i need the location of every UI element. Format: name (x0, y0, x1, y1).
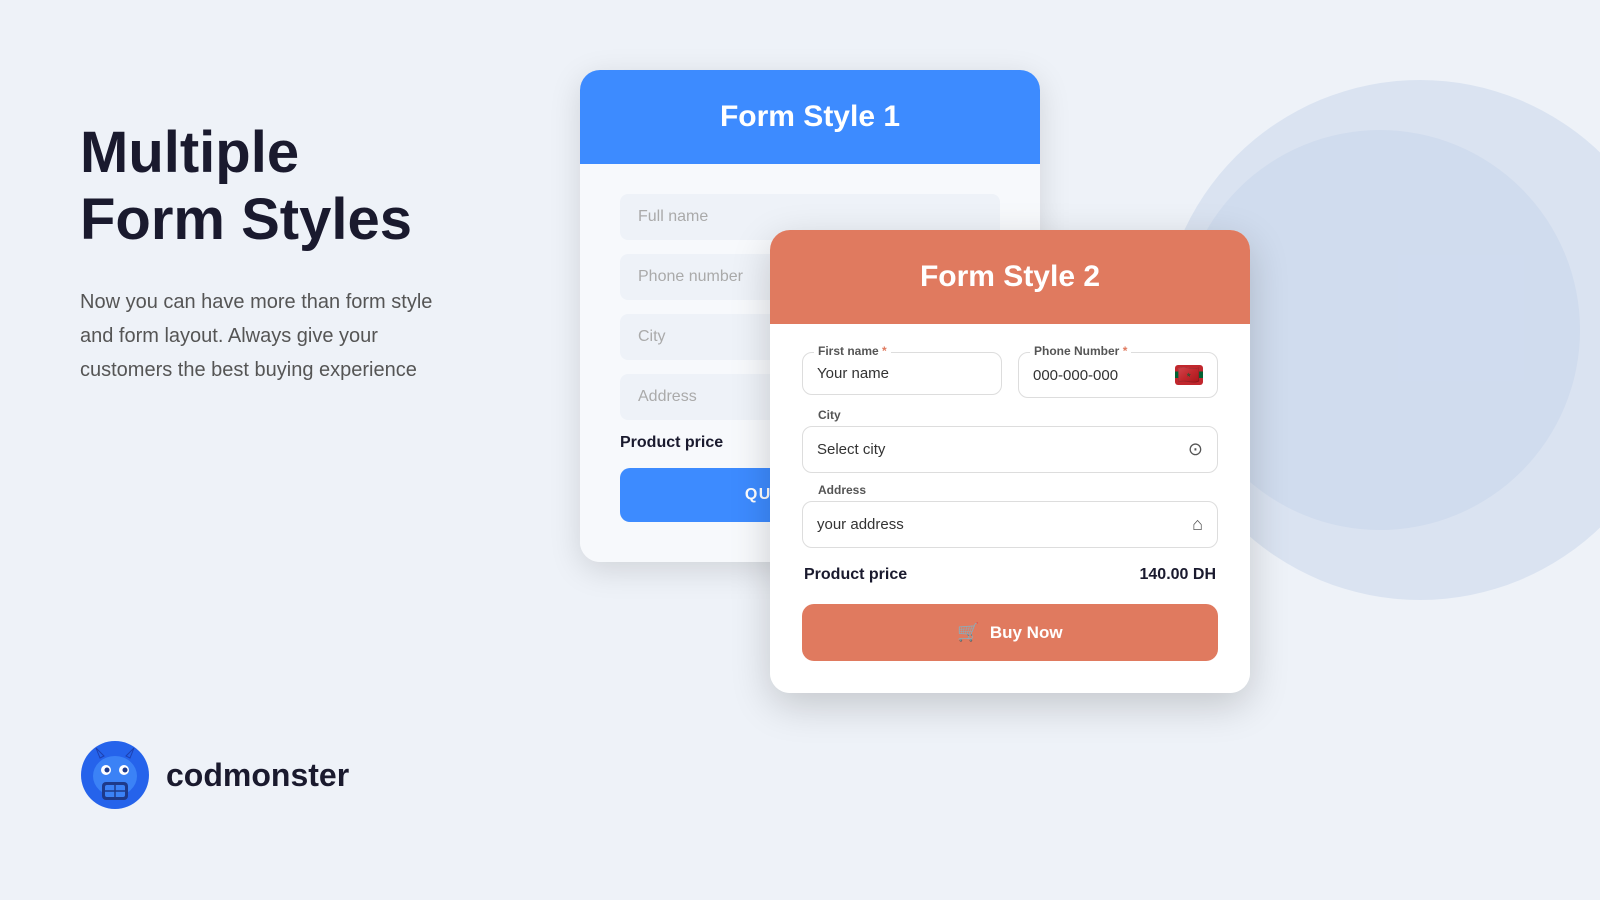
logo-icon (80, 740, 150, 810)
logo-text: codmonster (166, 757, 349, 794)
card2-address-input-wrapper: ⌂ (802, 501, 1218, 548)
card2-price-label: Product price (804, 566, 907, 584)
card2-phone-label: Phone Number * (1030, 344, 1131, 358)
card2-firstname-input[interactable] (817, 365, 987, 382)
form-style-2-card: Form Style 2 First name * Phone Number (770, 230, 1250, 693)
card2-address-label: Address (814, 483, 870, 497)
card2-firstname-label: First name * (814, 344, 891, 358)
main-title: Multiple Form Styles (80, 120, 540, 253)
morocco-flag-icon: 🇲🇦 (1175, 365, 1203, 385)
subtitle-text: Now you can have more than form style an… (80, 285, 460, 387)
card2-firstname-input-wrapper (802, 352, 1002, 395)
cards-area: Form Style 1 Full name Phone number City… (580, 70, 1500, 830)
card2-address-section: Address ⌂ (802, 491, 1218, 548)
card2-name-phone-row: First name * Phone Number * 🇲🇦 (802, 352, 1218, 398)
card2-title: Form Style 2 (920, 260, 1100, 293)
card1-header: Form Style 1 (580, 70, 1040, 164)
card1-title: Form Style 1 (720, 100, 900, 133)
card2-header: Form Style 2 (770, 230, 1250, 324)
card2-phone-input[interactable] (1033, 367, 1169, 384)
card1-price-label: Product price (620, 434, 723, 452)
card2-price-row: Product price 140.00 DH (802, 566, 1218, 584)
card2-phone-group: Phone Number * 🇲🇦 (1018, 352, 1218, 398)
card2-firstname-group: First name * (802, 352, 1002, 398)
card2-city-input-wrapper: ⊙ (802, 426, 1218, 473)
location-icon: ⊙ (1188, 439, 1203, 460)
card2-phone-input-wrapper: 🇲🇦 (1018, 352, 1218, 398)
card2-buy-now-label: Buy Now (990, 623, 1063, 643)
card2-city-input[interactable] (817, 441, 1188, 458)
card2-price-value: 140.00 DH (1140, 566, 1217, 584)
card2-buy-now-button[interactable]: 🛒 Buy Now (802, 604, 1218, 661)
card2-address-input[interactable] (817, 516, 1192, 533)
home-icon: ⌂ (1192, 514, 1203, 535)
cart-icon: 🛒 (957, 622, 979, 643)
logo-section: codmonster (80, 740, 349, 810)
card2-city-label: City (814, 408, 845, 422)
left-panel: Multiple Form Styles Now you can have mo… (80, 120, 540, 387)
card2-body: First name * Phone Number * 🇲🇦 (770, 324, 1250, 693)
card2-city-section: City ⊙ (802, 416, 1218, 473)
